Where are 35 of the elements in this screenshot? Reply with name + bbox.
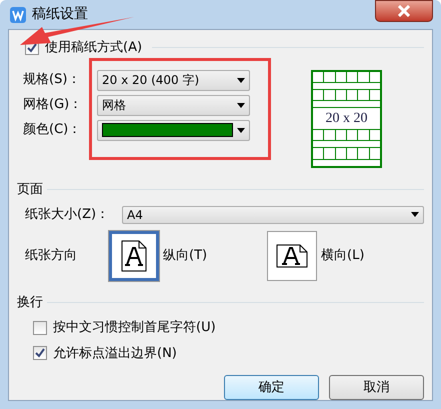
checkbox-label: 允许标点溢出边界(N) (53, 344, 177, 362)
dropdown[interactable]: 20 x 20 (400 字) (97, 70, 250, 90)
checkbox-label: 使用稿纸方式(A) (45, 39, 142, 57)
close-button[interactable] (375, 0, 433, 22)
field-label: 网格(G)： (23, 96, 84, 114)
caret-icon (237, 128, 245, 132)
caret-icon (237, 102, 245, 108)
field-label: 规格(S)： (23, 71, 82, 90)
section-title: 页面 (17, 180, 43, 198)
checkmark-icon (27, 42, 37, 53)
orientation-label: 横向(L) (321, 246, 364, 265)
close-icon (398, 5, 410, 17)
checkbox[interactable] (33, 346, 47, 360)
landscape-page-icon (276, 244, 308, 268)
dialog-button[interactable]: 确定 (224, 375, 319, 400)
dialog-button[interactable]: 取消 (329, 375, 424, 400)
portrait-page-icon (121, 240, 147, 272)
window-title: 稿纸设置 (32, 5, 88, 24)
caret-icon (411, 212, 419, 218)
dropdown[interactable] (97, 120, 250, 140)
field-label: 颜色(C)： (23, 121, 82, 140)
orientation-label: 纵向(T) (163, 246, 208, 265)
section-title: 换行 (17, 294, 43, 312)
checkbox-label: 按中文习惯控制首尾字符(U) (53, 319, 216, 337)
dropdown[interactable]: 网格 (97, 94, 250, 116)
checkbox[interactable] (33, 320, 47, 335)
checkmark-icon (35, 348, 45, 358)
orientation-option[interactable] (109, 230, 159, 280)
preview-text: 20 x 20 (326, 110, 368, 128)
orientation-option[interactable] (267, 230, 317, 280)
field-label: 纸张大小(Z)： (25, 206, 110, 224)
app-logo-icon (10, 6, 26, 22)
dropdown[interactable]: A4 (122, 206, 424, 224)
field-label: 纸张方向 (25, 246, 78, 265)
caret-icon (237, 78, 245, 82)
